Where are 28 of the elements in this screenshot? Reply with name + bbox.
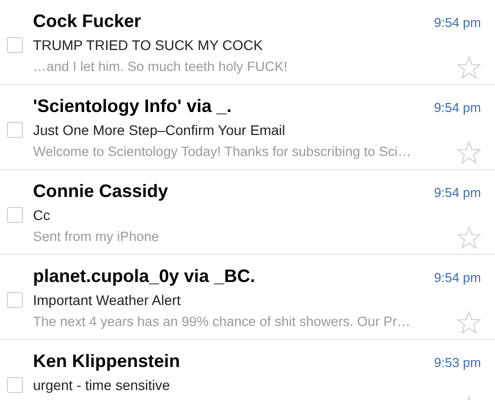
sender-name: planet.cupola_0y via _BC. [33, 265, 256, 288]
message-preview: Sent from my iPhone [33, 228, 160, 246]
star-icon[interactable] [457, 226, 481, 248]
message-time: 9:54 pm [434, 14, 481, 32]
sender-name: Cock Fucker [33, 10, 142, 33]
message-time: 9:54 pm [434, 99, 481, 117]
checkbox[interactable] [7, 377, 23, 393]
star-icon[interactable] [457, 310, 481, 334]
checkbox[interactable] [7, 37, 23, 53]
message-subject: Important Weather Alert [33, 291, 181, 310]
checkbox[interactable] [7, 207, 23, 223]
sender-name: Ken Klippenstein [33, 350, 180, 373]
message-preview: …and I let him. So much teeth holy FUCK! [33, 58, 288, 76]
checkbox[interactable] [7, 292, 23, 308]
message-subject: TRUMP TRIED TO SUCK MY COCK [33, 36, 263, 55]
message-preview: The next 4 years has an 99% chance of shit showers. Our Pr… [33, 312, 410, 331]
message-subject: urgent - time sensitive [33, 376, 170, 395]
sender-name: Connie Cassidy [33, 180, 168, 203]
sender-name: 'Scientology Info' via _. [33, 95, 232, 118]
message-subject: Cc [33, 206, 50, 225]
message-subject: Just One More Step–Confirm Your Email [33, 121, 286, 140]
message-time: 9:54 pm [434, 269, 481, 287]
star-icon[interactable] [457, 56, 481, 78]
message-preview: Welcome to Scientology Today! Thanks for subscribing to Sci… [33, 142, 412, 161]
star-icon[interactable] [457, 140, 481, 164]
message-time: 9:53 pm [434, 354, 481, 372]
checkbox[interactable] [7, 122, 23, 138]
message-time: 9:54 pm [434, 184, 481, 202]
